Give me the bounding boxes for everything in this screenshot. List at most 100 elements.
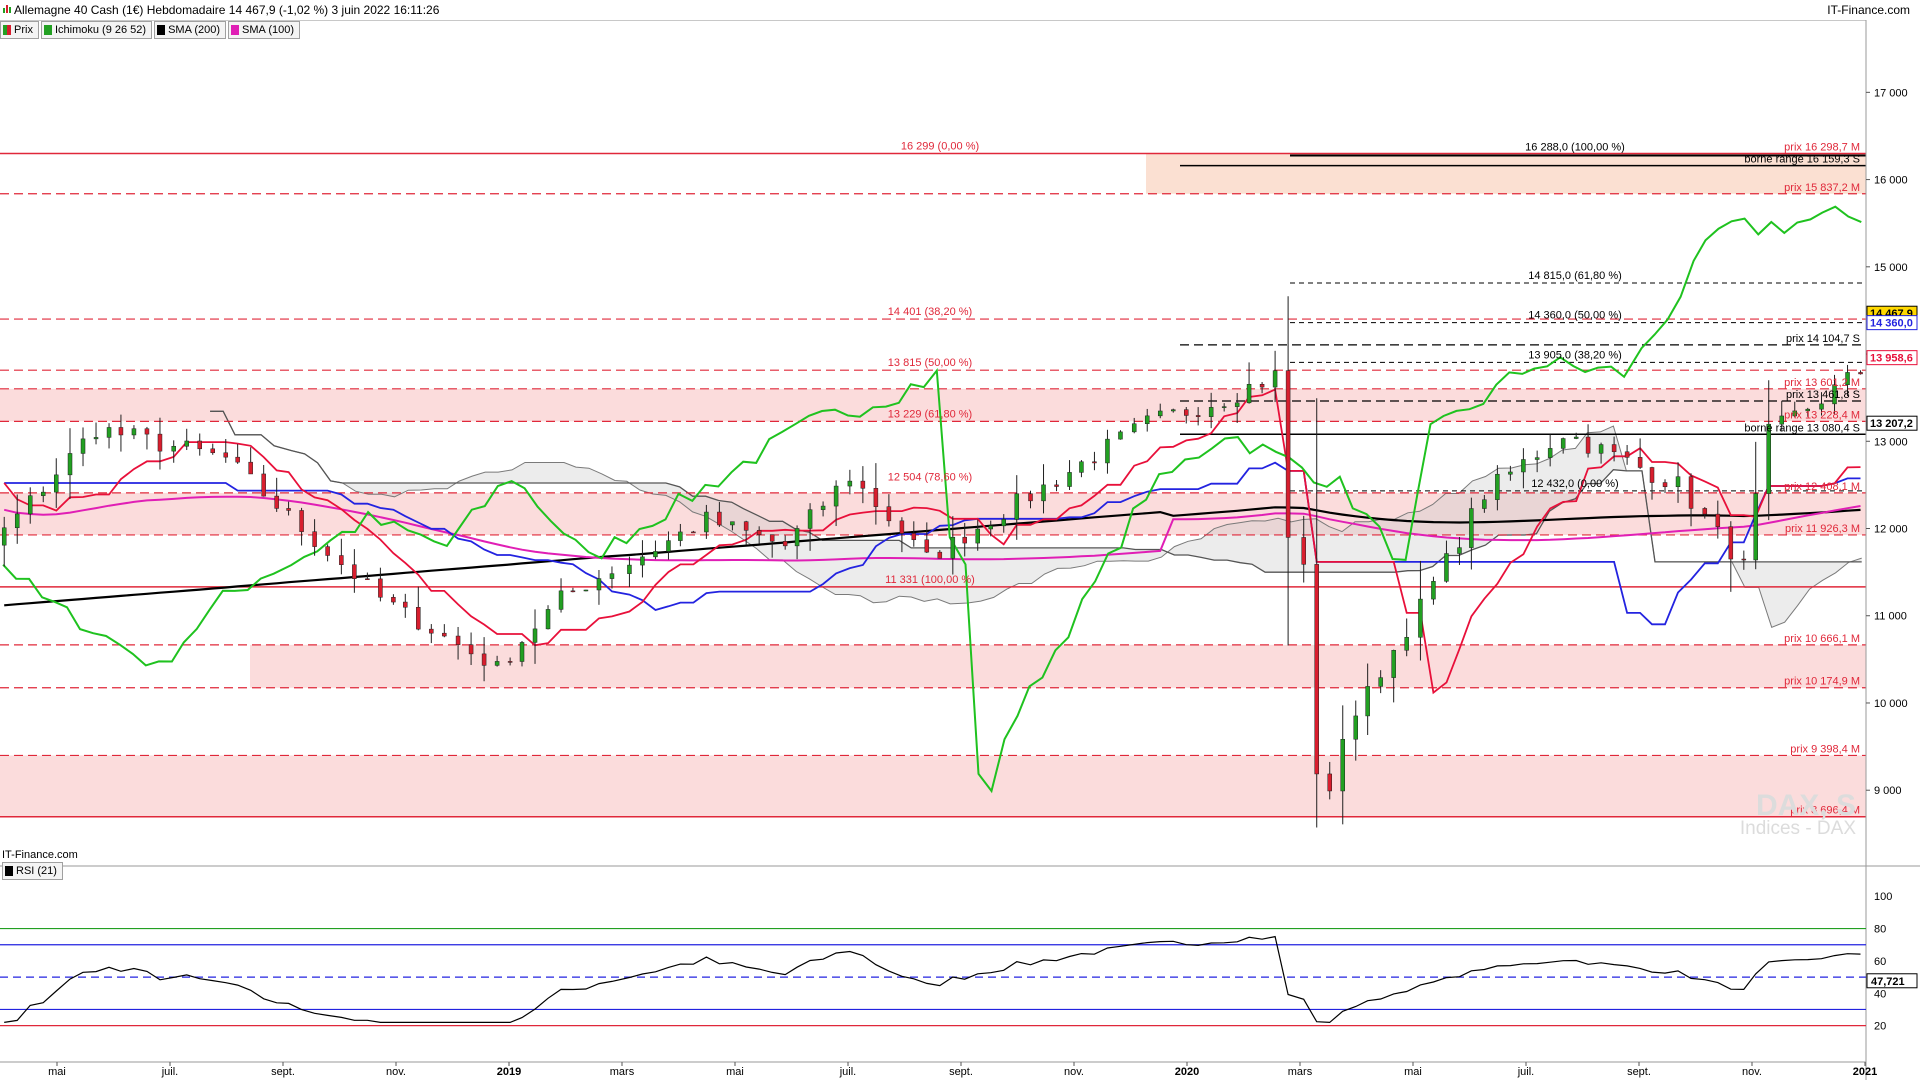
candle-body — [1611, 444, 1617, 453]
candle-body — [833, 485, 839, 507]
fibonacci-label: 11 331 (100,00 %) — [885, 574, 975, 586]
candle-body — [1728, 526, 1734, 560]
candle-body — [1482, 499, 1487, 509]
fibonacci-label: 13 905,0 (38,20 %) — [1528, 349, 1622, 361]
candle-body — [429, 628, 434, 634]
candle-body — [1144, 415, 1150, 424]
value-tag-label: 13 958,6 — [1870, 353, 1913, 365]
candle-body — [1598, 444, 1604, 454]
candle-body — [1741, 558, 1747, 561]
level-label: prix 10 666,1 M — [1784, 633, 1860, 645]
candle-body — [1404, 637, 1409, 651]
fibonacci-label: 14 360,0 (50,00 %) — [1528, 310, 1622, 322]
level-label: prix 13 601,2 M — [1784, 377, 1860, 389]
candle-body — [403, 601, 408, 608]
fibonacci-label: 12 432,0 (0,00 %) — [1531, 478, 1618, 490]
rsi-tick-label: 80 — [1874, 924, 1886, 936]
candle-body — [1495, 473, 1500, 500]
time-tick-label: sept. — [1627, 1066, 1651, 1078]
level-label: prix 11 926,3 M — [1785, 523, 1860, 535]
fibonacci-label: 13 229 (61,80 %) — [888, 408, 972, 420]
candle-body — [704, 511, 709, 533]
price-chart[interactable]: prix 16 298,7 M prix 15 837,2 M prix 13 60… — [0, 0, 1920, 1080]
candle-body — [235, 456, 240, 463]
candle-body — [93, 437, 99, 440]
candle-body — [1391, 650, 1396, 678]
candle-body — [1431, 581, 1436, 600]
time-tick-label: 2019 — [497, 1066, 521, 1078]
candle-body — [144, 428, 150, 435]
candle-body — [14, 513, 20, 529]
candle-body — [1534, 457, 1540, 460]
level-label: borne range 13 080,4 S — [1744, 422, 1860, 434]
candle-body — [197, 440, 202, 450]
rsi-panel: 20 40 60 80 100 47,721 — [0, 865, 1920, 1033]
candle-body — [40, 491, 46, 496]
candle-body — [1688, 476, 1694, 509]
support-zones — [0, 153, 1866, 817]
candle-body — [1041, 484, 1046, 502]
candle-body — [507, 661, 513, 663]
candle-body — [678, 531, 683, 541]
candle-body — [299, 510, 304, 532]
level-label: prix 10 174,9 M — [1784, 676, 1860, 688]
level-label: prix 16 298,7 M — [1784, 142, 1860, 154]
candle-body — [1766, 423, 1771, 494]
candle-body — [118, 427, 124, 436]
time-tick-label: 2021 — [1853, 1066, 1877, 1078]
candle-body — [820, 505, 826, 510]
candle-body — [1675, 476, 1681, 488]
price-axis: 9 00010 00011 00012 00013 00014 00015 00… — [1865, 20, 1920, 1080]
time-tick-label: juil. — [1517, 1066, 1535, 1078]
candle-body — [286, 508, 291, 511]
rsi-value-label: 47,721 — [1871, 976, 1905, 988]
candle-body — [1208, 407, 1214, 417]
time-tick-label: mars — [1288, 1066, 1313, 1078]
candle-body — [1301, 537, 1306, 565]
candle-body — [886, 506, 892, 522]
candle-body — [1157, 410, 1163, 417]
candle-body — [558, 590, 564, 610]
candle-body — [1259, 384, 1265, 388]
candle-body — [391, 597, 396, 603]
candle-body — [691, 531, 696, 534]
candle-body — [1184, 409, 1189, 416]
fibonacci-label: 14 815,0 (61,80 %) — [1528, 270, 1622, 282]
candle-body — [1014, 493, 1020, 520]
candle-body — [1054, 484, 1059, 487]
candle-body — [1131, 423, 1137, 433]
legend-chip-rsi[interactable]: RSI (21) — [2, 862, 63, 880]
candle-body — [1560, 438, 1566, 449]
candle-body — [481, 653, 487, 666]
candle-body — [442, 632, 447, 637]
candle-body — [937, 551, 943, 559]
candle-body — [248, 461, 253, 475]
level-label: prix 12 408,1 M — [1784, 481, 1860, 493]
candle-body — [847, 480, 853, 487]
candle-body — [807, 509, 813, 529]
candle-body — [1858, 372, 1863, 375]
candle-body — [1234, 402, 1240, 407]
candle-body — [54, 474, 59, 493]
candle-body — [1340, 739, 1345, 792]
candle-body — [911, 533, 917, 541]
candle-body — [1221, 406, 1227, 408]
candle-body — [1118, 431, 1123, 440]
candle-body — [1573, 436, 1579, 439]
time-tick-label: juil. — [839, 1066, 857, 1078]
axis-tick-label: 12 000 — [1874, 524, 1908, 536]
value-tag-label: 13 207,2 — [1870, 418, 1913, 430]
candle-body — [1702, 508, 1708, 515]
candle-body — [1001, 519, 1006, 527]
candle-body — [157, 433, 163, 452]
candle-body — [860, 480, 866, 489]
candle-body — [962, 536, 967, 544]
candle-body — [416, 607, 421, 630]
axis-tick-label: 9 000 — [1874, 785, 1902, 797]
level-labels: prix 16 298,7 M prix 15 837,2 M prix 13 60… — [885, 140, 1860, 816]
candle-body — [1418, 598, 1423, 638]
candle-body — [1272, 370, 1278, 388]
candle-body — [1585, 436, 1591, 454]
axis-tick-label: 10 000 — [1874, 698, 1908, 710]
time-tick-label: mai — [48, 1066, 66, 1078]
